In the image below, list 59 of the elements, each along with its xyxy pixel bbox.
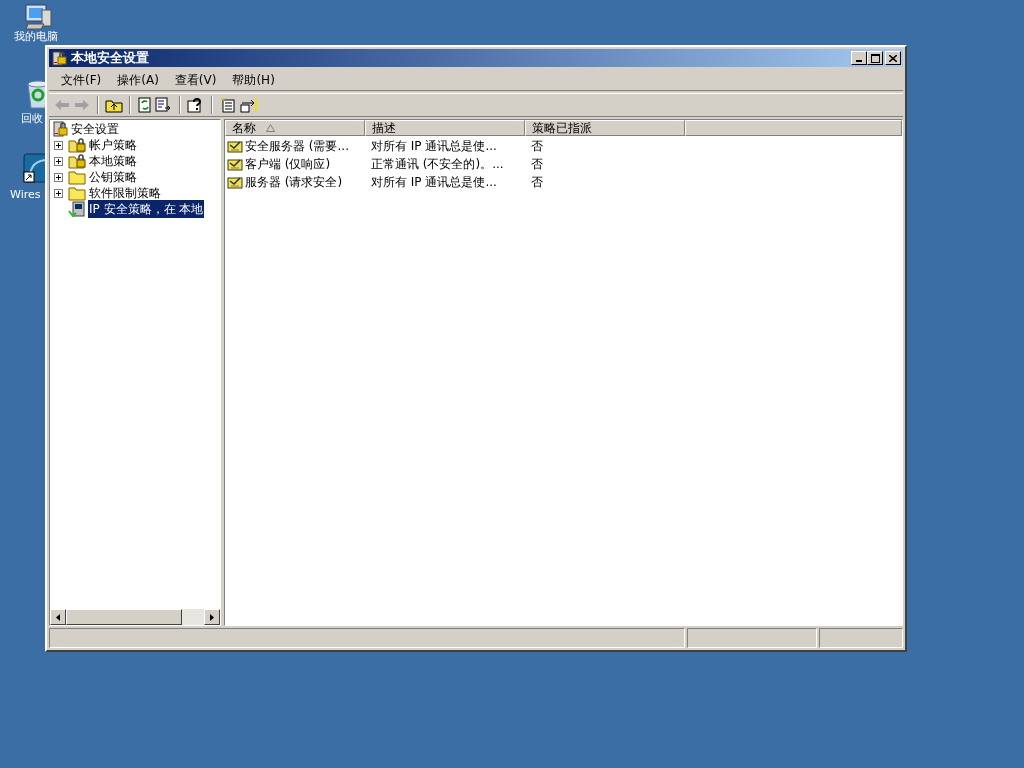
policy-icon [227, 139, 243, 153]
column-header[interactable] [685, 120, 902, 136]
close-button[interactable] [885, 51, 901, 65]
table-cell[interactable]: 安全服务器 (需要... [245, 137, 349, 155]
left-arrow-icon [56, 613, 60, 621]
table-cell-text: 否 [531, 156, 543, 173]
scroll-thumb[interactable] [66, 609, 182, 625]
policy-icon [227, 157, 243, 171]
tree-item[interactable]: 公钥策略 [88, 168, 138, 186]
maximize-button[interactable] [867, 51, 883, 65]
folder-icon [68, 185, 86, 201]
menu-item[interactable]: 操作(A) [109, 69, 167, 90]
table-cell[interactable]: 服务器 (请求安全) [245, 173, 343, 191]
new-document-icon[interactable] [219, 97, 237, 113]
right-arrow-icon [210, 613, 214, 621]
locked-folder-icon [68, 137, 86, 153]
menu-item[interactable]: 帮助(H) [224, 69, 283, 90]
tree-item[interactable]: 软件限制策略 [88, 184, 162, 202]
import-icon[interactable] [239, 97, 259, 113]
up-folder-icon[interactable] [105, 97, 123, 113]
folder-icon [68, 169, 86, 185]
tree-item[interactable]: 帐户策略 [88, 136, 138, 154]
tree-item[interactable]: 本地策略 [88, 152, 138, 170]
close-icon [889, 54, 897, 62]
menu-item[interactable]: 查看(V) [166, 69, 225, 90]
table-cell-text: 否 [531, 138, 543, 155]
expand-icon[interactable] [54, 156, 63, 166]
column-header[interactable]: 策略已指派 [525, 120, 685, 136]
horizontal-scrollbar[interactable] [50, 609, 220, 625]
locked-folder-icon [68, 153, 86, 169]
sort-ascending-icon [266, 124, 275, 132]
minimize-icon [856, 60, 862, 62]
table-cell-text: 正常通讯 (不安全的)。... [371, 156, 504, 173]
lock-server-icon [52, 121, 68, 137]
scroll-left-button[interactable] [50, 609, 66, 625]
window-title: 本地安全设置 [71, 49, 149, 68]
column-header[interactable]: 名称 [225, 120, 365, 136]
refresh-icon[interactable] [137, 97, 153, 113]
desktop-icon-label[interactable]: 回收 [21, 113, 43, 125]
expand-icon[interactable] [54, 188, 63, 198]
lock-server-icon [51, 50, 67, 66]
export-list-icon[interactable] [155, 97, 173, 113]
table-cell-text: 对所有 IP 通讯总是使... [371, 174, 497, 191]
scroll-right-button[interactable] [204, 609, 220, 625]
tree-item[interactable]: IP 安全策略，在 本地 [88, 200, 205, 218]
expand-icon[interactable] [54, 140, 63, 150]
table-cell[interactable]: 客户端 (仅响应) [245, 155, 331, 173]
column-header[interactable]: 描述 [365, 120, 525, 136]
table-cell-text: 否 [531, 174, 543, 191]
minimize-button[interactable] [851, 51, 867, 65]
tree-item[interactable]: 安全设置 [70, 120, 120, 138]
desktop-icon-label[interactable]: 我的电脑 [14, 31, 58, 43]
maximize-icon [870, 53, 880, 63]
menu-item[interactable]: 文件(F) [53, 69, 110, 90]
table-cell-text: 对所有 IP 通讯总是使... [371, 138, 497, 155]
policy-icon [227, 175, 243, 189]
computer-shield-icon [68, 201, 86, 217]
expand-icon[interactable] [54, 172, 63, 182]
desktop-icon-label[interactable]: Wires [10, 189, 41, 201]
